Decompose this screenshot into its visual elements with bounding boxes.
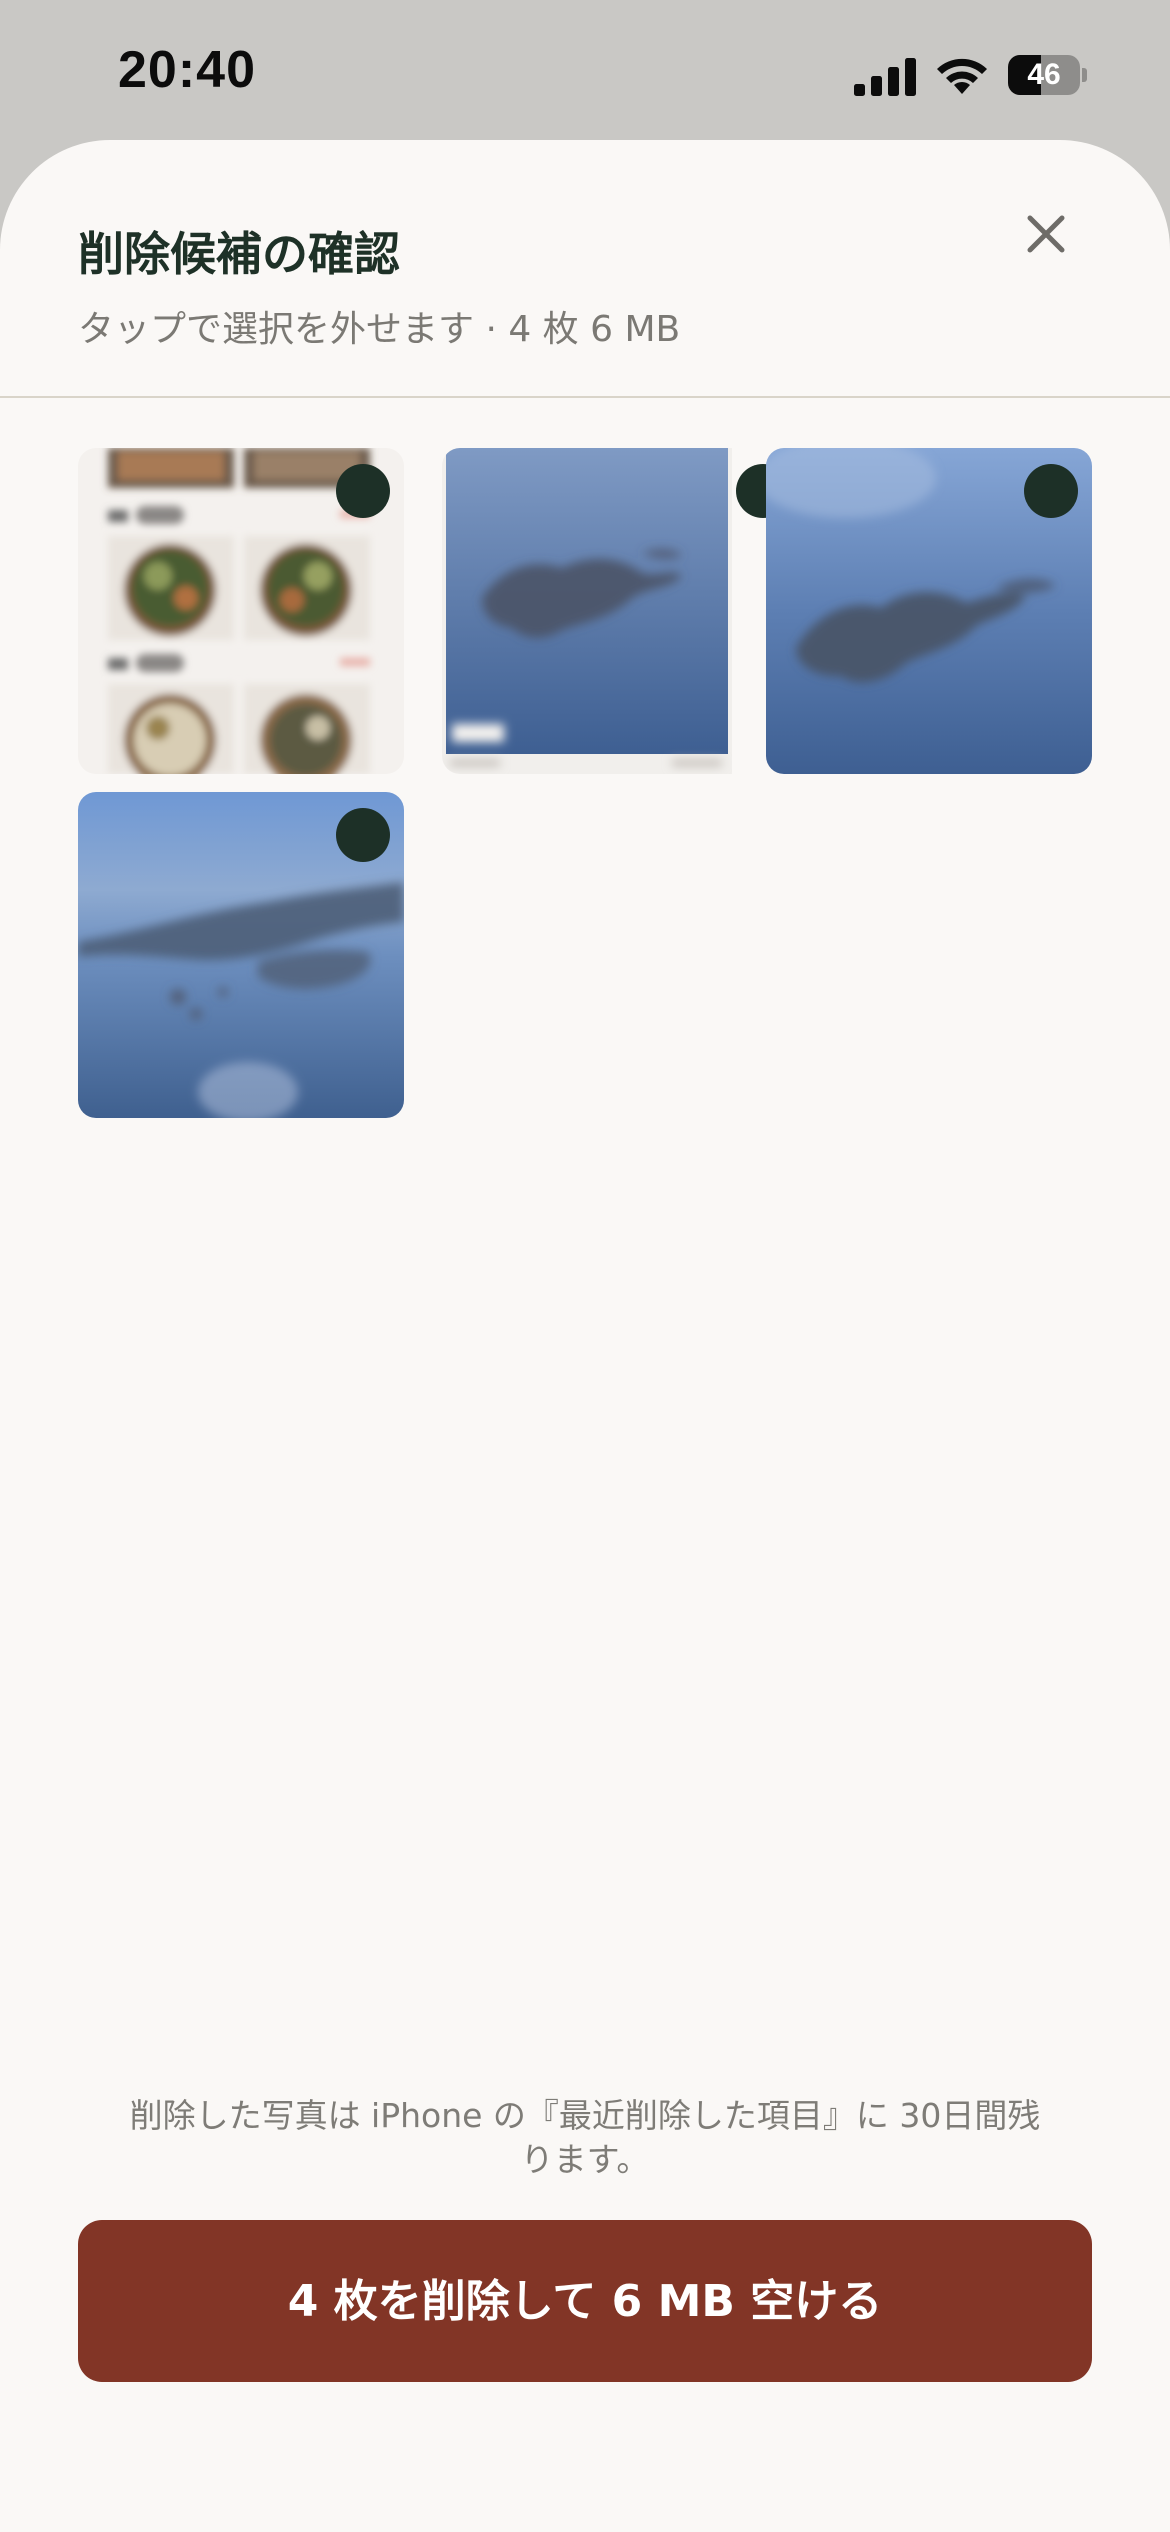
aerial-island-screenshot-image xyxy=(442,448,732,774)
selected-indicator xyxy=(1024,464,1078,518)
photo-thumbnail-1[interactable] xyxy=(78,448,404,774)
status-time: 20:40 xyxy=(118,41,256,99)
selected-indicator xyxy=(336,464,390,518)
header-divider xyxy=(0,396,1170,398)
wifi-icon xyxy=(937,58,987,94)
sheet-title: 削除候補の確認 xyxy=(78,227,400,281)
review-sheet: 削除候補の確認 タップで選択を外せます · 4 枚 6 MB 削除した写真は i… xyxy=(0,140,1170,2532)
photo-thumbnail-4[interactable] xyxy=(78,792,404,1118)
cellular-signal-icon xyxy=(854,58,916,96)
sheet-subtitle: タップで選択を外せます · 4 枚 6 MB xyxy=(78,309,681,350)
close-icon[interactable] xyxy=(1010,198,1082,270)
delete-button[interactable]: 4 枚を削除して 6 MB 空ける xyxy=(78,2220,1092,2382)
battery-icon: 46 xyxy=(1008,55,1088,95)
trash-retention-note: 削除した写真は iPhone の『最近削除した項目』に 30日間残ります。 xyxy=(129,2096,1041,2179)
photo-thumbnail-2[interactable] xyxy=(442,448,768,774)
photo-thumbnail-3[interactable] xyxy=(766,448,1092,774)
selected-indicator xyxy=(336,808,390,862)
battery-percentage: 46 xyxy=(1027,58,1061,91)
selected-indicator xyxy=(736,464,768,518)
status-bar: 20:40 46 xyxy=(0,0,1170,140)
